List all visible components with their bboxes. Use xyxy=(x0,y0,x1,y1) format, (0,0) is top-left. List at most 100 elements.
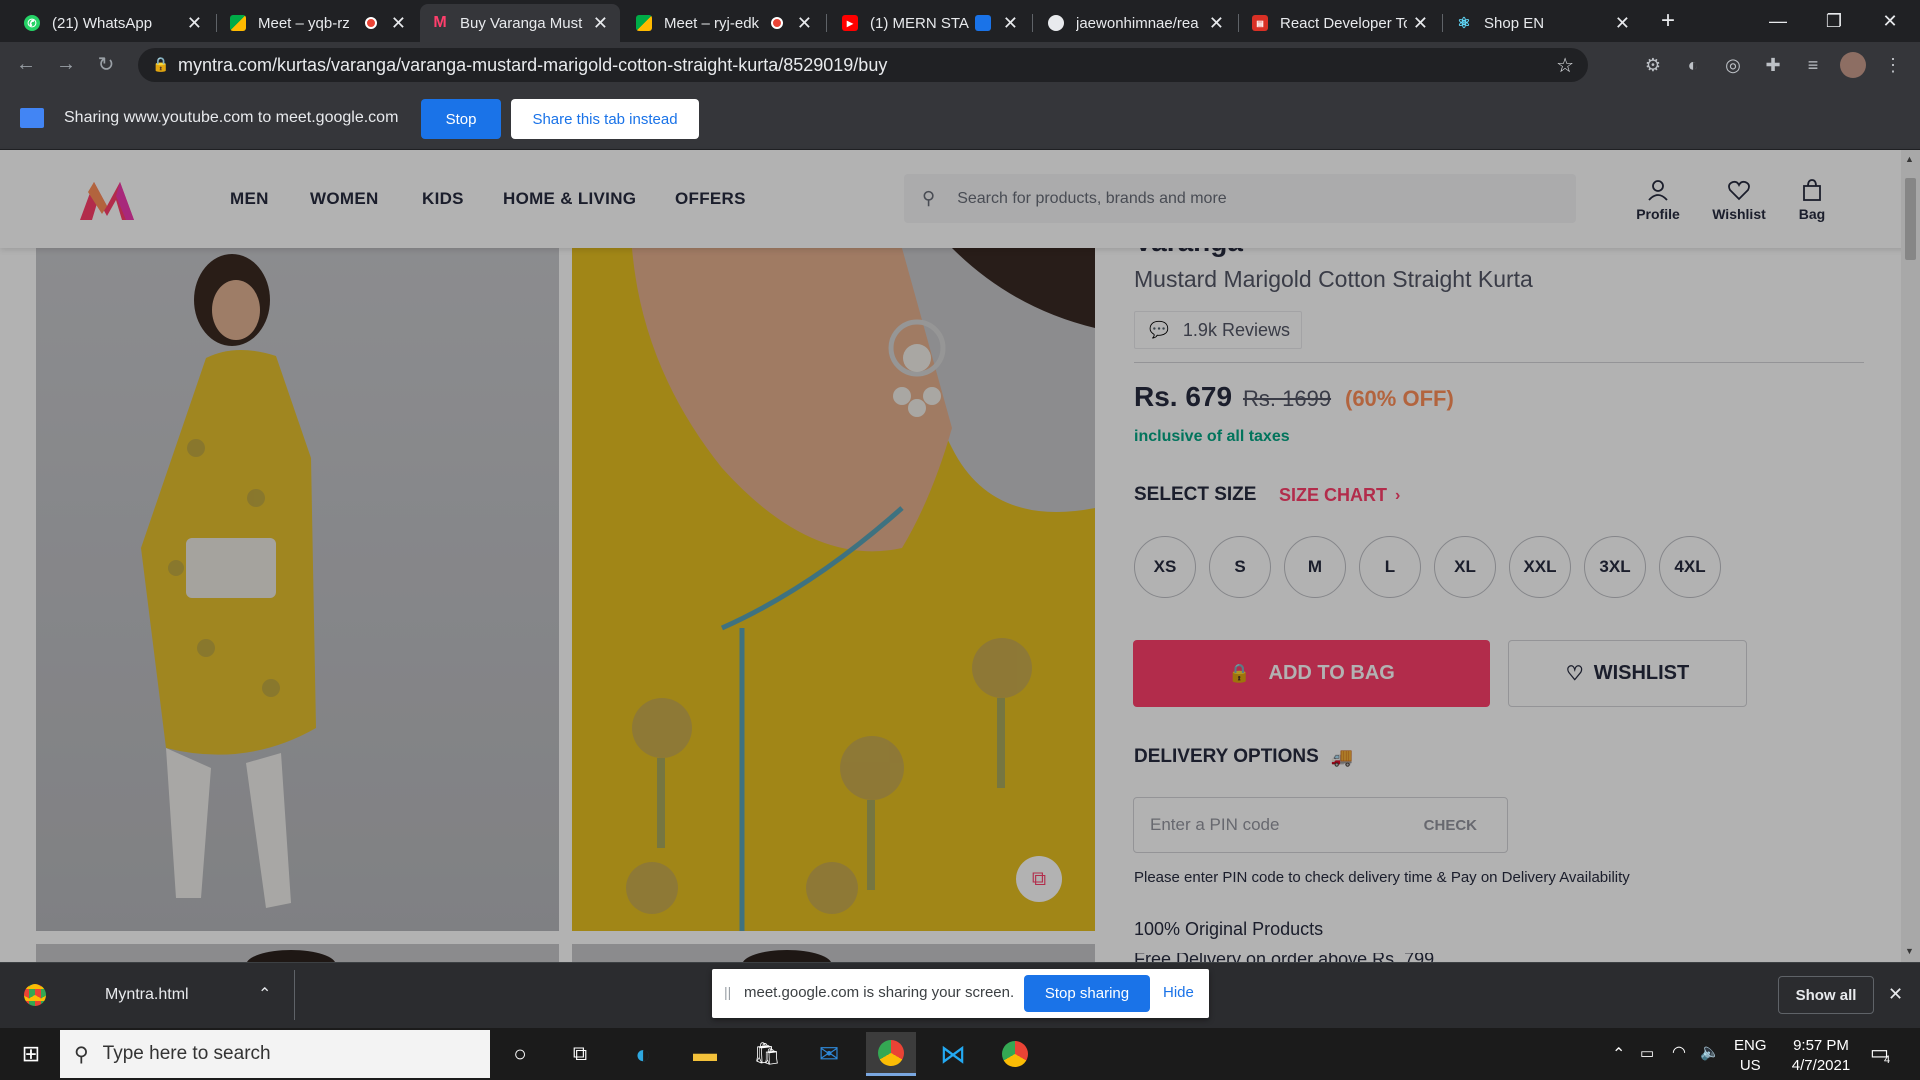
edge-icon[interactable]: ◐ xyxy=(618,1032,668,1076)
profile-button[interactable]: Profile xyxy=(1628,178,1688,222)
mail-icon[interactable]: ✉ xyxy=(804,1032,854,1076)
check-button[interactable]: CHECK xyxy=(1424,817,1477,834)
volume-icon[interactable]: 🔈 xyxy=(1700,1042,1720,1062)
scrollbar[interactable]: ▲ ▼ xyxy=(1901,150,1920,962)
stop-sharing-button[interactable]: Stop xyxy=(421,99,501,139)
search-input[interactable]: Search for products, brands and more xyxy=(957,190,1226,208)
bookmark-star-icon[interactable]: ☆ xyxy=(1556,53,1574,78)
close-icon[interactable]: ✕ xyxy=(391,13,406,34)
similar-products-icon[interactable]: ⧉ xyxy=(1016,856,1062,902)
scroll-up-icon[interactable]: ▲ xyxy=(1905,154,1914,164)
vscode-icon[interactable]: ⋈ xyxy=(928,1032,978,1076)
extension-settings-icon[interactable]: ⚙ xyxy=(1640,52,1666,78)
model-figure xyxy=(141,254,316,908)
google-meet-icon xyxy=(636,15,652,31)
puzzle-icon[interactable]: ✚ xyxy=(1760,52,1786,78)
size-chart-link[interactable]: SIZE CHART › xyxy=(1279,485,1400,506)
wishlist-button[interactable]: ♡ WISHLIST xyxy=(1508,640,1747,707)
tab-github[interactable]: jaewonhimnae/rea ✕ xyxy=(1036,4,1236,42)
nav-home-living[interactable]: HOME & LIVING xyxy=(503,189,636,209)
close-icon[interactable]: ✕ xyxy=(1615,13,1630,34)
drag-handle-icon[interactable]: || xyxy=(724,984,731,1000)
scrollbar-thumb[interactable] xyxy=(1905,178,1916,260)
media-control-icon[interactable]: ≡ xyxy=(1800,52,1826,78)
close-icon[interactable]: ✕ xyxy=(593,13,608,34)
size-button-s[interactable]: S xyxy=(1209,536,1271,598)
tab-youtube[interactable]: ▶ (1) MERN STAC ✕ xyxy=(830,4,1030,42)
lock-icon: 🔒 xyxy=(152,56,170,72)
language-indicator[interactable]: ENG US xyxy=(1734,1036,1767,1076)
close-icon[interactable]: ✕ xyxy=(1888,984,1903,1005)
close-icon[interactable]: ✕ xyxy=(797,13,812,34)
address-bar[interactable]: 🔒 myntra.com/kurtas/varanga/varanga-must… xyxy=(138,48,1588,82)
wishlist-header-button[interactable]: Wishlist xyxy=(1709,178,1769,222)
bag-button[interactable]: Bag xyxy=(1782,178,1842,222)
size-button-xxl[interactable]: XXL xyxy=(1509,536,1571,598)
chrome-profile-taskbar-icon[interactable] xyxy=(866,1032,916,1076)
close-icon[interactable]: ✕ xyxy=(1209,13,1224,34)
reviews-badge[interactable]: 💬 1.9k Reviews xyxy=(1134,311,1302,349)
tab-meet-1[interactable]: Meet – yqb-rz ✕ xyxy=(218,4,418,42)
size-button-m[interactable]: M xyxy=(1284,536,1346,598)
size-button-xs[interactable]: XS xyxy=(1134,536,1196,598)
store-icon[interactable]: 🛍 xyxy=(742,1032,792,1076)
restore-button[interactable]: ❐ xyxy=(1810,0,1858,42)
nav-men[interactable]: MEN xyxy=(230,189,269,209)
windows-start-icon[interactable]: ⊞ xyxy=(6,1032,56,1076)
size-button-l[interactable]: L xyxy=(1359,536,1421,598)
close-icon[interactable]: ✕ xyxy=(187,13,202,34)
minimize-button[interactable]: — xyxy=(1754,0,1802,42)
close-icon[interactable]: ✕ xyxy=(1003,13,1018,34)
close-window-button[interactable]: ✕ xyxy=(1866,0,1914,42)
tab-myntra[interactable]: M Buy Varanga Must ✕ xyxy=(420,4,620,42)
close-icon[interactable]: ✕ xyxy=(1413,13,1428,34)
extension-icon[interactable]: ◐ xyxy=(1680,52,1706,78)
menu-icon[interactable]: ⋮ xyxy=(1880,52,1906,78)
wifi-icon[interactable]: ◠ xyxy=(1672,1042,1686,1062)
product-image-full[interactable] xyxy=(36,248,559,931)
hide-button[interactable]: Hide xyxy=(1163,984,1194,1001)
product-search[interactable]: ⚲ Search for products, brands and more xyxy=(904,174,1576,223)
myntra-logo[interactable] xyxy=(76,178,138,222)
avatar[interactable] xyxy=(1840,52,1866,78)
nav-women[interactable]: WOMEN xyxy=(310,189,379,209)
taskbar-search-input[interactable]: Type here to search xyxy=(103,1043,271,1065)
size-button-3xl[interactable]: 3XL xyxy=(1584,536,1646,598)
nav-kids[interactable]: KIDS xyxy=(422,189,464,209)
file-explorer-icon[interactable]: ▬ xyxy=(680,1032,730,1076)
tab-shop[interactable]: ⚛ Shop EN ✕ xyxy=(1444,4,1642,42)
clock[interactable]: 9:57 PM 4/7/2021 xyxy=(1778,1036,1864,1076)
size-button-xl[interactable]: XL xyxy=(1434,536,1496,598)
chrome-taskbar-icon[interactable] xyxy=(990,1032,1040,1076)
new-tab-button[interactable]: + xyxy=(1644,0,1692,42)
tab-title: Meet – ryj-edk xyxy=(664,14,760,32)
cortana-icon[interactable]: ○ xyxy=(495,1032,545,1076)
show-all-button[interactable]: Show all xyxy=(1778,976,1874,1014)
stop-sharing-button[interactable]: Stop sharing xyxy=(1024,975,1150,1012)
tab-meet-2[interactable]: Meet – ryj-edk ✕ xyxy=(624,4,824,42)
tab-pdf[interactable]: ▤ React Developer To ✕ xyxy=(1240,4,1440,42)
pin-code-input[interactable]: Enter a PIN code xyxy=(1150,815,1279,835)
battery-icon[interactable]: ▭ xyxy=(1640,1044,1654,1062)
tab-whatsapp[interactable]: ✆ (21) WhatsApp ✕ xyxy=(12,4,214,42)
share-this-tab-button[interactable]: Share this tab instead xyxy=(511,99,699,139)
nav-offers[interactable]: OFFERS xyxy=(675,189,746,209)
extension-target-icon[interactable]: ◎ xyxy=(1720,52,1746,78)
product-image-3[interactable] xyxy=(36,944,559,964)
product-image-closeup[interactable]: ⧉ xyxy=(572,248,1095,931)
download-filename[interactable]: Myntra.html xyxy=(105,986,189,1004)
product-image-4[interactable] xyxy=(572,944,1095,964)
chevron-up-icon[interactable]: ⌃ xyxy=(1612,1044,1625,1064)
chevron-up-icon[interactable]: ⌃ xyxy=(258,984,271,1004)
tab-title: (21) WhatsApp xyxy=(52,14,153,32)
task-view-icon[interactable]: ⧉ xyxy=(555,1032,605,1076)
pin-code-field[interactable]: Enter a PIN code CHECK xyxy=(1133,797,1508,853)
taskbar-search[interactable]: ⚲ Type here to search xyxy=(60,1030,490,1078)
tab-title: React Developer To xyxy=(1280,14,1407,32)
back-icon[interactable]: ← xyxy=(12,50,40,78)
forward-icon[interactable]: → xyxy=(52,50,80,78)
add-to-bag-button[interactable]: 🔒 ADD TO BAG xyxy=(1133,640,1490,707)
scroll-down-icon[interactable]: ▼ xyxy=(1905,946,1914,956)
reload-icon[interactable]: ↻ xyxy=(92,50,120,78)
size-button-4xl[interactable]: 4XL xyxy=(1659,536,1721,598)
